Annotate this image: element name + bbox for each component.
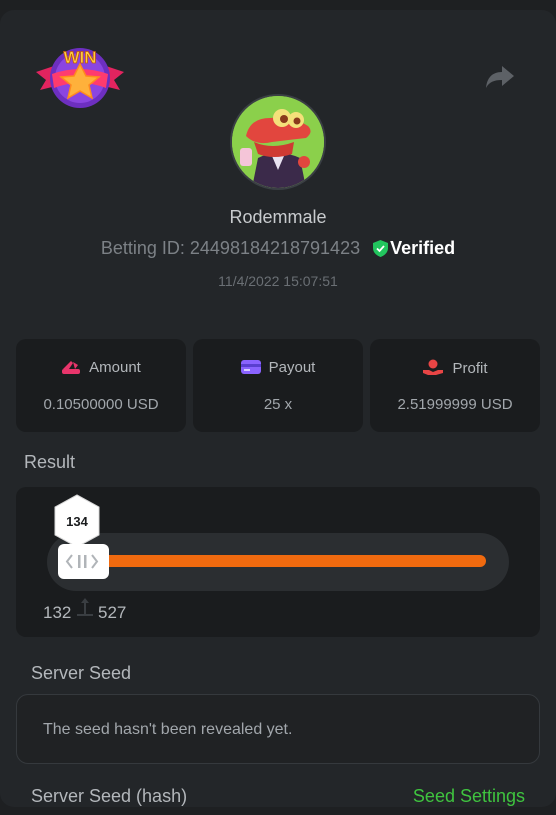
verified-label: Verified	[390, 238, 456, 258]
seed-settings-link[interactable]: Seed Settings	[413, 786, 525, 807]
payout-card: Payout 25 x	[193, 339, 363, 432]
result-slider-fill	[100, 555, 486, 567]
svg-text:WIN: WIN	[63, 48, 96, 67]
profit-value: 2.51999999 USD	[397, 396, 513, 413]
profit-label: Profit	[452, 360, 488, 377]
server-seed-label: Server Seed	[31, 663, 132, 683]
avatar	[232, 96, 324, 188]
verified-shield-icon	[373, 240, 389, 257]
server-seed-message: The seed hasn't been revealed yet.	[43, 721, 293, 738]
range-high-value: 527	[98, 603, 127, 622]
profit-icon	[423, 359, 444, 375]
share-button[interactable]	[484, 62, 516, 92]
bet-timestamp: 11/4/2022 15:07:51	[218, 273, 338, 289]
profit-header: Profit	[370, 359, 540, 377]
result-value-bubble: 134	[53, 494, 101, 548]
share-icon	[486, 66, 514, 88]
payout-label: Payout	[268, 359, 316, 376]
payout-icon	[240, 360, 261, 374]
betting-id-row: Betting ID: 24498184218791423 Verified	[0, 238, 556, 259]
result-slider-handle[interactable]	[58, 544, 109, 579]
crocodile-avatar-icon	[232, 96, 324, 188]
profit-card: Profit 2.51999999 USD	[370, 339, 540, 432]
win-star-icon: WIN	[36, 48, 124, 108]
payout-value: 25 x	[263, 396, 293, 413]
bottom-strip	[0, 807, 556, 815]
amount-label: Amount	[89, 359, 141, 376]
amount-header: Amount	[16, 359, 186, 376]
amount-card: Amount 0.10500000 USD	[16, 339, 186, 432]
amount-icon	[62, 361, 81, 374]
amount-value: 0.10500000 USD	[43, 396, 159, 413]
win-badge: WIN	[34, 42, 126, 112]
result-value: 134	[66, 514, 88, 529]
username: Rodemmale	[229, 207, 327, 227]
server-seed-box: The seed hasn't been revealed yet.	[16, 694, 540, 764]
drag-handle-icon	[65, 554, 99, 569]
server-seed-hash-label: Server Seed (hash)	[31, 786, 188, 806]
range-marker-icon	[77, 598, 93, 616]
betting-id: Betting ID: 24498184218791423	[100, 238, 361, 258]
result-label: Result	[24, 452, 76, 472]
range-low-value: 132	[43, 603, 72, 622]
payout-header: Payout	[193, 359, 363, 376]
